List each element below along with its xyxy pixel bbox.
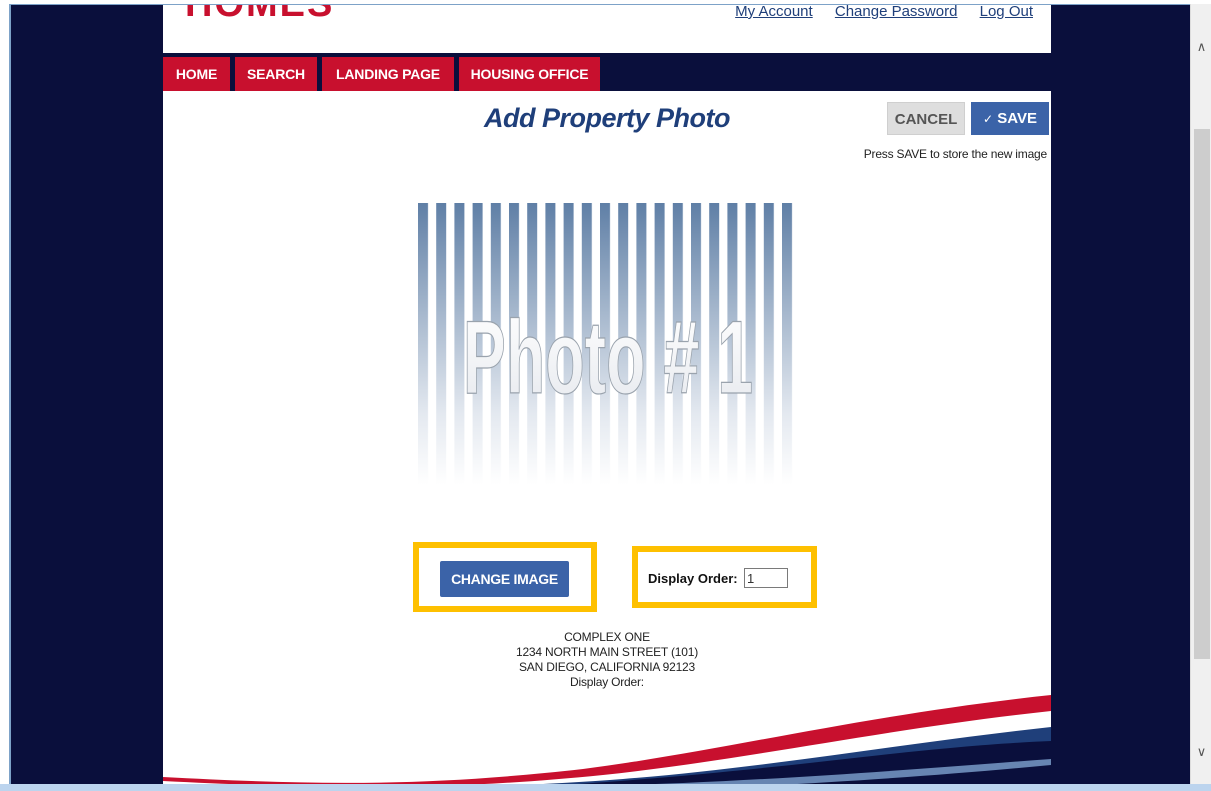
nav-home[interactable]: HOME: [163, 57, 230, 91]
window-bottom-edge: [0, 784, 1211, 791]
footer-swoosh-graphic: [163, 695, 1051, 791]
change-image-button[interactable]: CHANGE IMAGE: [440, 561, 569, 597]
logo-text-red: HOMES: [185, 5, 334, 25]
property-name: COMPLEX ONE: [564, 630, 650, 644]
change-password-link[interactable]: Change Password: [835, 5, 958, 20]
display-order-input[interactable]: [744, 568, 788, 588]
save-hint: Press SAVE to store the new image: [863, 147, 1047, 161]
chevron-down-icon[interactable]: ∨: [1191, 743, 1211, 763]
my-account-link[interactable]: My Account: [735, 5, 813, 20]
main-nav: HOME SEARCH LANDING PAGE HOUSING OFFICE: [163, 53, 1051, 91]
log-out-link[interactable]: Log Out: [980, 5, 1033, 20]
window-left-edge: [0, 0, 9, 791]
cancel-button[interactable]: CANCEL: [887, 102, 965, 135]
save-label: SAVE: [997, 110, 1037, 127]
save-button[interactable]: ✓ SAVE: [971, 102, 1049, 135]
scroll-thumb[interactable]: [1194, 129, 1210, 659]
browser-viewport: HOMES My Account Change Password Log Out…: [9, 4, 1190, 791]
vertical-scrollbar[interactable]: ∧ ∨: [1190, 4, 1211, 791]
property-street: 1234 NORTH MAIN STREET (101): [515, 645, 698, 659]
site-header: HOMES My Account Change Password Log Out: [163, 5, 1051, 53]
photo-placeholder: Photo # 1: [418, 203, 798, 485]
property-address: COMPLEX ONE 1234 NORTH MAIN STREET (101)…: [163, 630, 1051, 690]
display-order-label: Display Order:: [648, 571, 738, 586]
account-links: My Account Change Password Log Out: [717, 5, 1033, 20]
site-logo[interactable]: HOMES: [185, 5, 334, 26]
nav-landing-page[interactable]: LANDING PAGE: [322, 57, 454, 91]
nav-housing-office[interactable]: HOUSING OFFICE: [459, 57, 600, 91]
chevron-up-icon[interactable]: ∧: [1191, 38, 1211, 58]
page-content: HOMES My Account Change Password Log Out…: [163, 5, 1051, 791]
check-icon: ✓: [983, 112, 994, 126]
nav-search[interactable]: SEARCH: [235, 57, 317, 91]
property-city-state-zip: SAN DIEGO, CALIFORNIA 92123: [518, 660, 695, 674]
photo-placeholder-text: Photo # 1: [463, 300, 753, 415]
